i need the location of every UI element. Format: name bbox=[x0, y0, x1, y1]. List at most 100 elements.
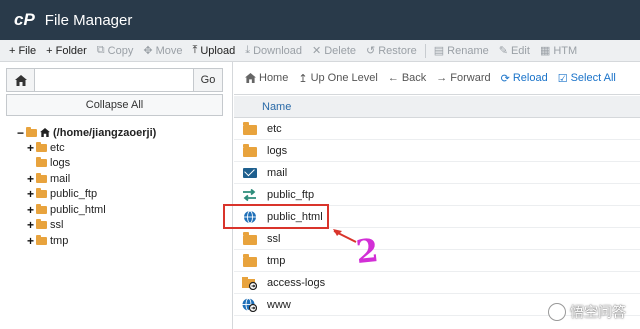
copy-label: Copy bbox=[107, 44, 134, 57]
path-bar: Go bbox=[6, 68, 223, 92]
move-button[interactable]: ✥ Move bbox=[138, 40, 187, 61]
toolbar-divider bbox=[424, 43, 426, 58]
file-name: ssl bbox=[267, 233, 281, 245]
download-icon: ⤓ bbox=[245, 44, 251, 56]
select-all-button[interactable]: ☑ Select All bbox=[553, 72, 621, 85]
expand-icon[interactable]: + bbox=[26, 203, 35, 217]
file-row-mail[interactable]: mail bbox=[234, 163, 640, 184]
name-column-header[interactable]: Name bbox=[262, 101, 291, 113]
tree-item-label: tmp bbox=[50, 234, 69, 247]
home-icon bbox=[40, 128, 50, 137]
expand-icon[interactable]: + bbox=[26, 141, 35, 155]
home-icon bbox=[14, 74, 27, 86]
edit-label: Edit bbox=[510, 44, 530, 57]
collapse-all-button[interactable]: Collapse All bbox=[6, 94, 223, 116]
file-name: public_ftp bbox=[267, 189, 315, 201]
restore-button[interactable]: ↺ Restore bbox=[361, 40, 422, 61]
copy-button[interactable]: ⧉ Copy bbox=[92, 40, 139, 61]
up-one-level-label: Up One Level bbox=[310, 72, 378, 84]
ftp-arrows-icon bbox=[242, 188, 257, 202]
expand-icon[interactable]: + bbox=[26, 172, 35, 186]
file-row-logs[interactable]: logs bbox=[234, 141, 640, 162]
file-row-public-ftp[interactable]: public_ftp bbox=[234, 185, 640, 206]
copy-icon: ⧉ bbox=[96, 44, 105, 56]
tree-item-label: public_html bbox=[50, 203, 106, 216]
tree-item-logs[interactable]: logs bbox=[26, 155, 70, 170]
new-folder-label: Folder bbox=[55, 44, 87, 57]
navigation-bar: Home ↥ Up One Level ← Back → Forward ⟳ R… bbox=[234, 62, 640, 95]
folder-icon bbox=[242, 122, 257, 136]
checkbox-icon: ☑ bbox=[557, 72, 568, 85]
file-list-panel: Home ↥ Up One Level ← Back → Forward ⟳ R… bbox=[234, 62, 640, 329]
restore-label: Restore bbox=[378, 44, 417, 57]
folder-icon bbox=[36, 203, 47, 214]
tree-item-etc[interactable]: + etc bbox=[26, 140, 65, 155]
path-input[interactable] bbox=[35, 68, 193, 92]
tree-item-label: ssl bbox=[50, 218, 64, 231]
watermark: 悟空问答 bbox=[548, 302, 626, 322]
file-row-ssl[interactable]: ssl bbox=[234, 229, 640, 250]
file-list-header: Name bbox=[234, 96, 640, 118]
folder-icon bbox=[36, 141, 47, 152]
folder-icon bbox=[242, 144, 257, 158]
tree-item-public-ftp[interactable]: + public_ftp bbox=[26, 186, 97, 201]
back-label: Back bbox=[401, 72, 427, 84]
folder-icon bbox=[36, 234, 47, 245]
plus-icon: + bbox=[46, 44, 53, 57]
file-manager-app: cP File Manager + File + Folder ⧉ Copy ✥ Mov… bbox=[0, 0, 640, 329]
folder-icon bbox=[242, 232, 257, 246]
file-row-etc[interactable]: etc bbox=[234, 119, 640, 140]
file-name: logs bbox=[267, 145, 288, 157]
download-button[interactable]: ⤓ Download bbox=[240, 40, 307, 61]
edit-button[interactable]: ✎ Edit bbox=[494, 40, 535, 61]
folder-open-icon bbox=[26, 126, 37, 137]
file-name: tmp bbox=[267, 255, 286, 267]
back-button[interactable]: ← Back bbox=[383, 72, 431, 84]
file-name: mail bbox=[267, 167, 288, 179]
level-up-icon: ↥ bbox=[298, 72, 308, 85]
forward-button[interactable]: → Forward bbox=[431, 72, 495, 84]
tree-item-public-html[interactable]: + public_html bbox=[26, 202, 106, 217]
rename-icon: ▤ bbox=[433, 45, 445, 57]
tree-item-label: logs bbox=[50, 156, 71, 169]
html-editor-button[interactable]: ▦ HTM bbox=[535, 40, 582, 61]
up-one-level-button[interactable]: ↥ Up One Level bbox=[293, 72, 382, 85]
tree-item-tmp[interactable]: + tmp bbox=[26, 233, 68, 248]
arrow-right-icon: → bbox=[436, 72, 448, 84]
upload-button[interactable]: ⤒ Upload bbox=[187, 40, 240, 61]
tree-item-ssl[interactable]: + ssl bbox=[26, 217, 63, 232]
annotation-highlight-box bbox=[223, 204, 329, 229]
reload-button[interactable]: ⟳ Reload bbox=[496, 72, 553, 85]
folder-icon bbox=[36, 156, 47, 167]
new-folder-button[interactable]: + Folder bbox=[41, 40, 92, 61]
collapse-icon[interactable]: − bbox=[16, 126, 25, 140]
rename-button[interactable]: ▤ Rename bbox=[429, 40, 494, 61]
home-button[interactable] bbox=[6, 68, 35, 92]
tree-item-label: etc bbox=[50, 141, 65, 154]
expand-icon[interactable]: + bbox=[26, 187, 35, 201]
delete-button[interactable]: ✕ Delete bbox=[307, 40, 361, 61]
reload-label: Reload bbox=[512, 72, 548, 84]
nav-home-button[interactable]: Home bbox=[240, 72, 293, 84]
restore-icon: ↺ bbox=[366, 45, 376, 57]
cpanel-logo[interactable]: cP bbox=[14, 10, 35, 30]
tree-item-home[interactable]: − (/home/jiangzaoerji) bbox=[16, 125, 156, 140]
forward-label: Forward bbox=[450, 72, 491, 84]
expand-icon[interactable]: + bbox=[26, 234, 35, 248]
rename-label: Rename bbox=[447, 44, 489, 57]
nav-home-label: Home bbox=[259, 72, 289, 84]
expand-icon[interactable]: + bbox=[26, 218, 35, 232]
file-row-access-logs[interactable]: access-logs bbox=[234, 273, 640, 294]
select-all-label: Select All bbox=[570, 72, 616, 84]
new-file-button[interactable]: + File bbox=[4, 40, 41, 61]
watermark-text: 悟空问答 bbox=[570, 304, 626, 320]
app-title: File Manager bbox=[44, 11, 133, 29]
go-button[interactable]: Go bbox=[193, 68, 223, 92]
folder-icon bbox=[36, 187, 47, 198]
tree-item-mail[interactable]: + mail bbox=[26, 171, 70, 186]
reload-icon: ⟳ bbox=[500, 72, 510, 85]
mail-icon bbox=[242, 166, 257, 180]
file-row-tmp[interactable]: tmp bbox=[234, 251, 640, 272]
folder-icon bbox=[242, 254, 257, 268]
folder-icon bbox=[36, 218, 47, 229]
